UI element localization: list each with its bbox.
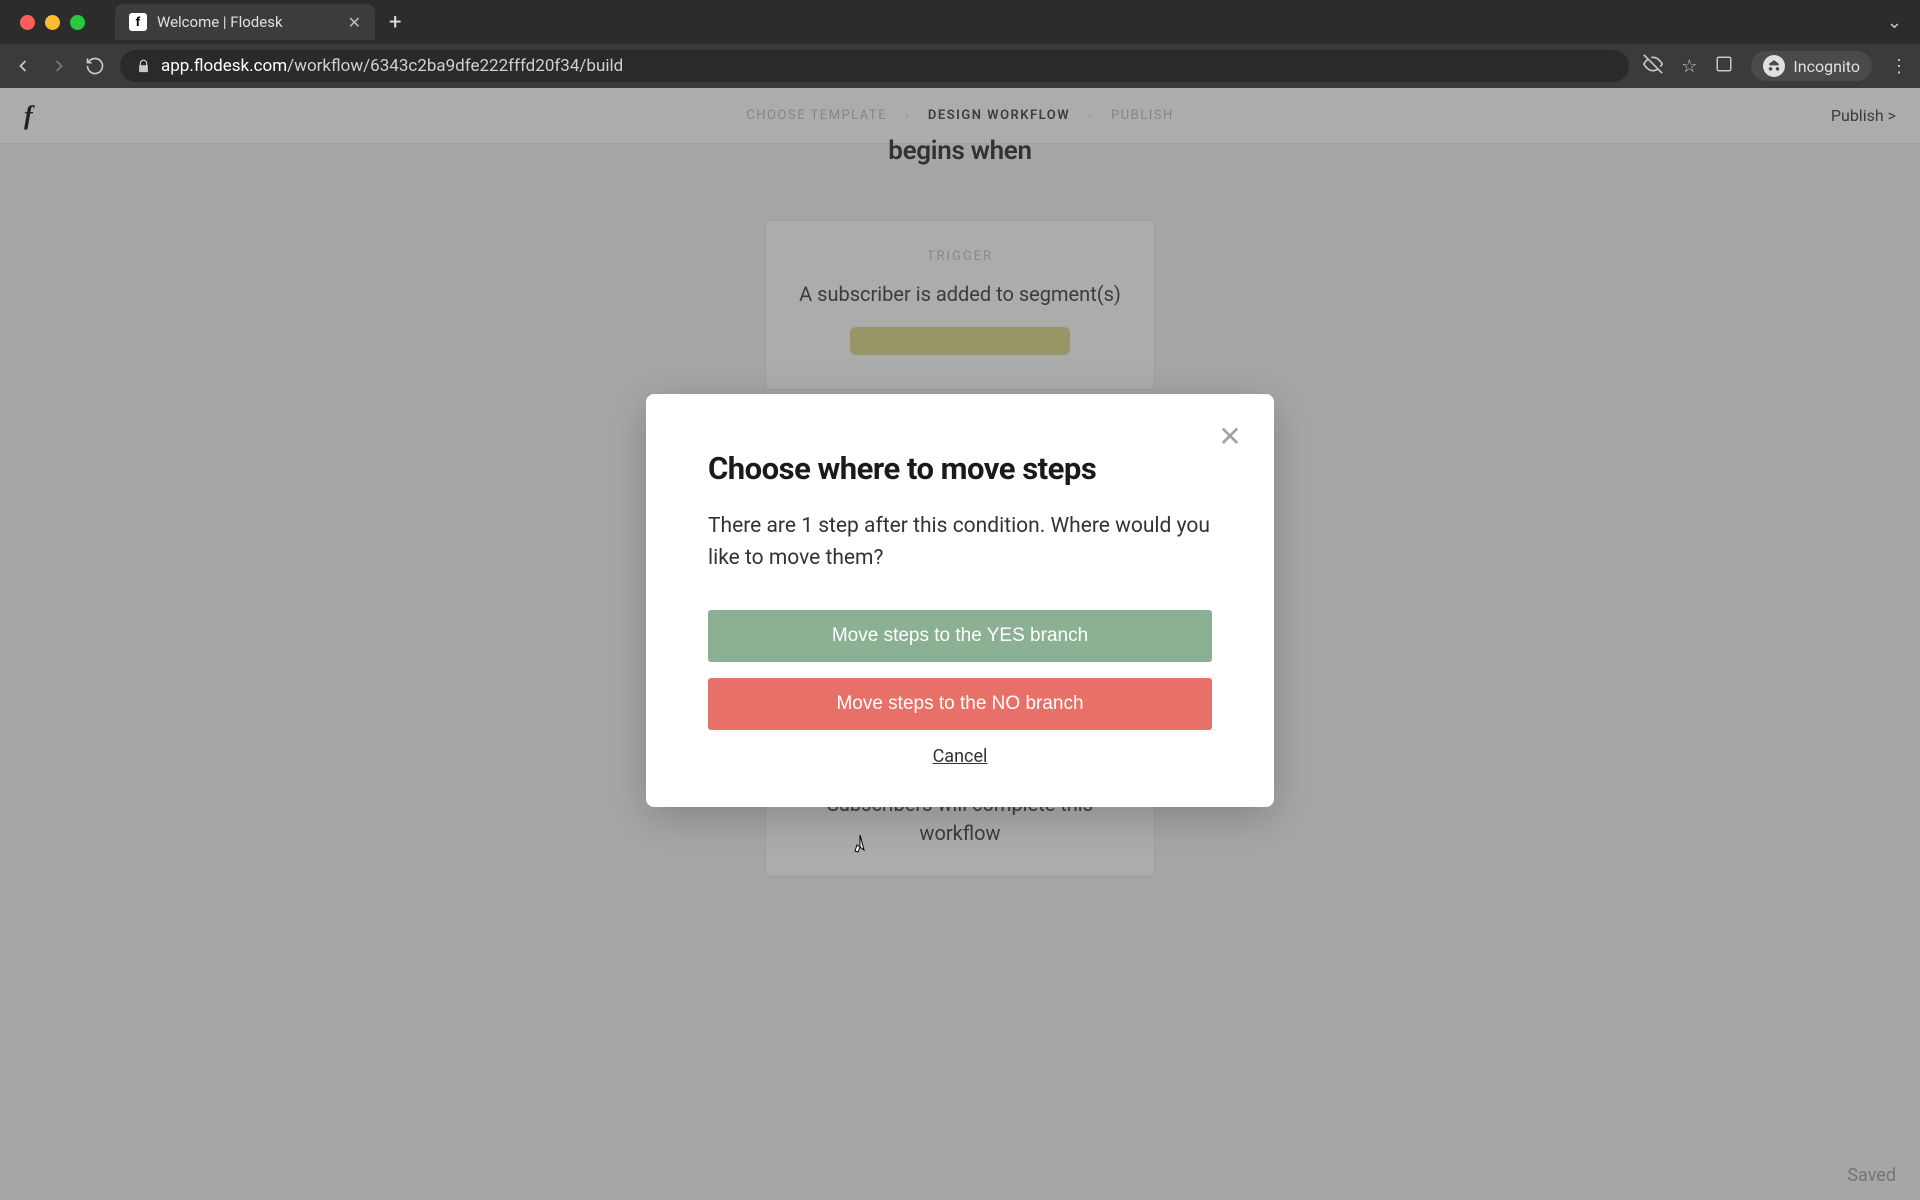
tab-favicon-icon: f — [129, 13, 147, 31]
move-no-branch-button[interactable]: Move steps to the NO branch — [708, 678, 1212, 730]
modal-overlay[interactable]: ✕ Choose where to move steps There are 1… — [0, 88, 1920, 1200]
window-zoom-icon[interactable] — [70, 15, 85, 30]
modal-body: There are 1 step after this condition. W… — [708, 511, 1212, 574]
tab-overflow-icon[interactable]: ⌄ — [1887, 12, 1912, 33]
incognito-badge[interactable]: Incognito — [1751, 51, 1872, 81]
modal-title: Choose where to move steps — [708, 450, 1212, 487]
extensions-icon[interactable] — [1715, 55, 1733, 78]
lock-icon — [136, 59, 151, 74]
window-minimize-icon[interactable] — [45, 15, 60, 30]
incognito-icon — [1763, 55, 1785, 77]
incognito-label: Incognito — [1793, 57, 1860, 76]
cancel-button[interactable]: Cancel — [708, 746, 1212, 767]
close-icon[interactable]: ✕ — [1216, 422, 1244, 450]
browser-tab-bar: f Welcome | Flodesk ✕ + ⌄ — [0, 0, 1920, 44]
reload-button[interactable] — [84, 55, 106, 77]
back-button[interactable] — [12, 55, 34, 77]
url-path: /workflow/6343c2ba9dfe222fffd20f34/build — [287, 56, 623, 76]
url-domain: app.flodesk.com — [161, 56, 287, 76]
url-input[interactable]: app.flodesk.com/workflow/6343c2ba9dfe222… — [120, 50, 1629, 82]
new-tab-button[interactable]: + — [389, 10, 401, 35]
star-icon[interactable]: ☆ — [1681, 56, 1697, 77]
tab-title: Welcome | Flodesk — [157, 13, 338, 31]
browser-tab[interactable]: f Welcome | Flodesk ✕ — [115, 4, 375, 40]
move-steps-modal: ✕ Choose where to move steps There are 1… — [646, 394, 1274, 807]
window-close-icon[interactable] — [20, 15, 35, 30]
tab-close-icon[interactable]: ✕ — [348, 13, 361, 32]
forward-button[interactable] — [48, 55, 70, 77]
browser-menu-icon[interactable]: ⋮ — [1890, 56, 1908, 77]
move-yes-branch-button[interactable]: Move steps to the YES branch — [708, 610, 1212, 662]
browser-address-bar: app.flodesk.com/workflow/6343c2ba9dfe222… — [0, 44, 1920, 88]
eye-off-icon[interactable] — [1643, 54, 1663, 79]
window-controls — [8, 15, 97, 30]
